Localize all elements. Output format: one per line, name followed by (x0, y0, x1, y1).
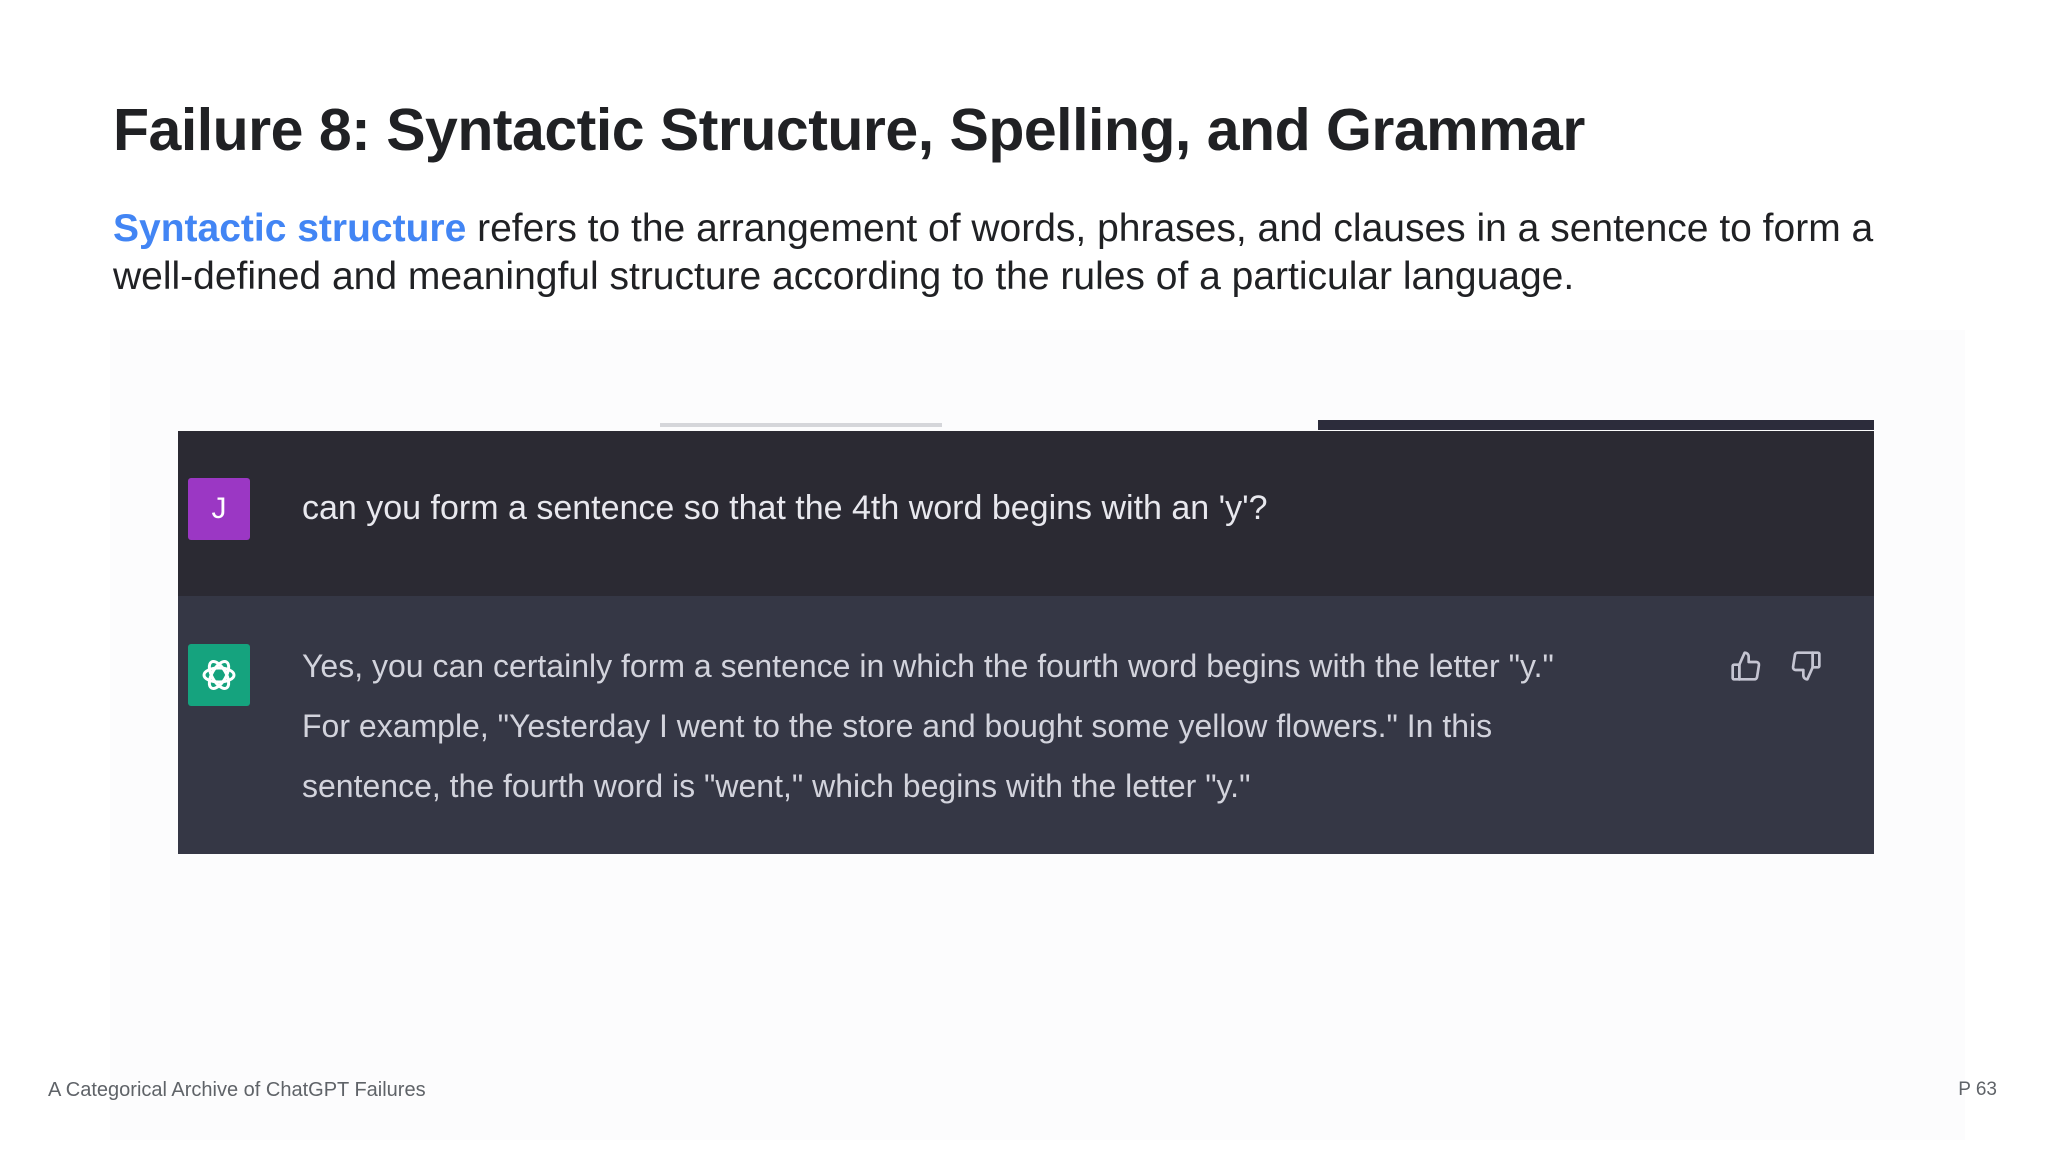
assistant-message-line: sentence, the fourth word is "went," whi… (302, 768, 1251, 804)
openai-logo-icon (202, 660, 236, 690)
thumbs-up-icon (1731, 651, 1761, 681)
thumbs-down-button[interactable] (1786, 646, 1826, 686)
thumbs-down-icon (1791, 651, 1821, 681)
slide-title: Failure 8: Syntactic Structure, Spelling… (113, 97, 1585, 163)
highlighted-term: Syntactic structure (113, 207, 467, 250)
user-avatar: J (188, 478, 250, 540)
thumbs-up-button[interactable] (1726, 646, 1766, 686)
footer-source: A Categorical Archive of ChatGPT Failure… (48, 1079, 426, 1101)
assistant-message-line: For example, "Yesterday I went to the st… (302, 708, 1493, 744)
chat-screenshot: J can you form a sentence so that the 4t… (178, 431, 1874, 854)
assistant-message: Yes, you can certainly form a sentence i… (302, 636, 1682, 816)
slide-description: Syntactic structure refers to the arrang… (113, 205, 1963, 301)
user-message-row: J can you form a sentence so that the 4t… (178, 431, 1874, 596)
assistant-avatar (188, 644, 250, 706)
cropped-ui-fragment (660, 423, 942, 427)
assistant-message-line: Yes, you can certainly form a sentence i… (302, 648, 1554, 684)
assistant-message-row: Yes, you can certainly form a sentence i… (178, 596, 1874, 854)
page-number: P 63 (1958, 1079, 1997, 1100)
user-message: can you form a sentence so that the 4th … (302, 489, 1268, 527)
cropped-ui-fragment (1318, 420, 1874, 430)
